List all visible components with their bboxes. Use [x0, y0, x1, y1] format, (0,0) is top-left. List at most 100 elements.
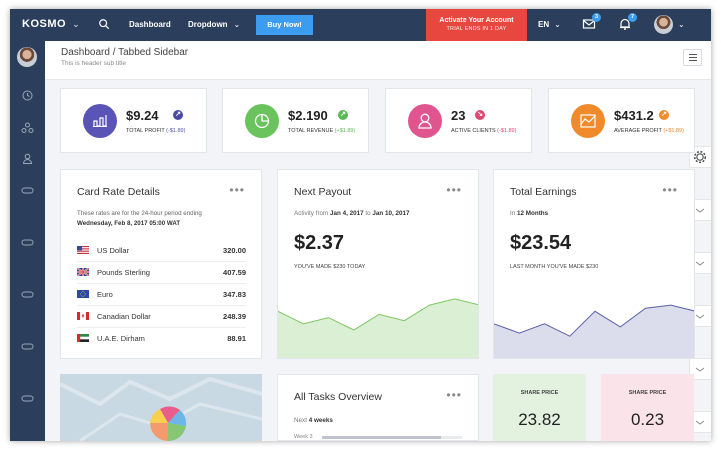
card-menu-button[interactable]: ••• [662, 183, 678, 197]
stat-label: AVERAGE PROFIT (+$1.89) [614, 128, 684, 134]
uk-flag-icon [77, 268, 89, 276]
nav-dropdown-label: Dropdown [188, 20, 228, 29]
stat-value: $9.24 [126, 108, 159, 123]
nav-dashboard[interactable]: Dashboard [129, 20, 171, 29]
currency-rate: 320.00 [223, 246, 246, 255]
stat-label: ACTIVE CLIENTS (-$1.89) [451, 128, 516, 134]
card-rate-details: Card Rate Details ••• These rates are fo… [60, 169, 262, 359]
stat-icon-circle [571, 104, 605, 138]
earnings-sparkline [494, 304, 694, 358]
earnings-amount: $23.54 [510, 232, 572, 254]
notifications-button[interactable]: 7 [618, 13, 637, 31]
ae-flag-icon [77, 334, 89, 342]
card-menu-button[interactable]: ••• [446, 388, 462, 402]
chevron-down-icon: ⌄ [72, 19, 81, 29]
currency-name: Pounds Sterling [97, 268, 150, 277]
notification-count-badge: 7 [628, 13, 637, 22]
rate-intro-text: These rates are for the 24-hour period e… [77, 210, 202, 217]
earnings-period: In 12 Months [510, 210, 548, 217]
stat-delta: (+$1.89) [334, 128, 356, 134]
stat-delta: (-$1.89) [497, 128, 517, 134]
activate-account-button[interactable]: Activate Your Account TRIAL ENDS IN 1 DA… [426, 9, 527, 41]
stat-card-total-revenue: $2.190 ↗ TOTAL REVENUE (+$1.89) [222, 88, 369, 153]
toggle-icon[interactable] [21, 392, 34, 405]
page-title: Dashboard / Tabbed Sidebar [61, 47, 189, 58]
currency-name: Euro [97, 290, 113, 299]
currency-rate: 88.91 [227, 334, 246, 343]
share-price-label: SHARE PRICE [520, 390, 559, 396]
language-selector[interactable]: EN ⌄ [538, 20, 561, 29]
share-price-value: 23.82 [518, 410, 561, 429]
currency-name: US Dollar [97, 246, 130, 255]
period-prefix: In [510, 210, 516, 217]
nav-dropdown[interactable]: Dropdown ⌄ [188, 20, 240, 29]
share-price-label: SHARE PRICE [628, 390, 667, 396]
page-subtitle: This is header sub title [61, 60, 127, 67]
trial-ends-text: TRIAL ENDS IN 1 DAY [446, 26, 507, 32]
buy-now-button[interactable]: Buy Now! [256, 15, 313, 35]
stat-value: $431.2 [614, 108, 654, 123]
stat-card-active-clients: 23 ↘ ACTIVE CLIENTS (-$1.89) [385, 88, 532, 153]
sparkline-area [278, 298, 478, 358]
currency-name: U.A.E. Dirham [97, 334, 145, 343]
card-title: Next Payout [294, 186, 352, 198]
user-icon [418, 113, 432, 129]
rate-row: Pounds Sterling 407.59 [77, 262, 246, 284]
currency-rate: 407.59 [223, 268, 246, 277]
stat-label-text: TOTAL PROFIT [126, 128, 165, 134]
rate-intro: These rates are for the 24-hour period e… [77, 209, 202, 229]
brand-menu[interactable]: KOSMO ⌄ [22, 18, 80, 30]
eu-flag-icon [77, 290, 89, 298]
us-flag-icon [77, 246, 89, 254]
rate-date: Wednesday, Feb 8, 2017 05:00 WAT [77, 220, 181, 227]
area-chart-icon [580, 114, 596, 128]
rate-row: U.A.E. Dirham 88.91 [77, 328, 246, 350]
rate-row: Canadian Dollar 248.39 [77, 306, 246, 328]
period-value: 12 Months [517, 210, 549, 217]
tasks-next-prefix: Next [294, 417, 307, 424]
page-header: Dashboard / Tabbed Sidebar This is heade… [45, 41, 711, 80]
payout-activity: Activity from Jan 4, 2017 to Jan 10, 201… [294, 210, 410, 217]
bar-chart-icon [93, 115, 107, 127]
tasks-overview-card: All Tasks Overview ••• Next 4 weeks Week… [277, 374, 479, 441]
stat-label: TOTAL REVENUE (+$1.89) [288, 128, 355, 134]
card-menu-button[interactable]: ••• [446, 183, 462, 197]
activity-from: Jan 4, 2017 [330, 210, 364, 217]
mail-button[interactable]: 3 [582, 13, 601, 31]
top-navbar: KOSMO ⌄ Dashboard Dropdown ⌄ Buy Now! Acti… [10, 9, 711, 41]
toggle-icon[interactable] [21, 236, 34, 249]
card-title: All Tasks Overview [294, 391, 382, 403]
payout-amount: $2.37 [294, 232, 345, 254]
arrow-icon: ↗ [338, 110, 348, 120]
map-image [60, 374, 262, 441]
stat-delta: (+$1.89) [663, 128, 684, 134]
user-avatar[interactable] [654, 15, 673, 34]
week-progress-bar [322, 436, 462, 439]
card-menu-button[interactable]: ••• [229, 183, 245, 197]
activity-to-word: to [365, 210, 371, 217]
app-window: KOSMO ⌄ Dashboard Dropdown ⌄ Buy Now! Acti… [10, 9, 711, 441]
user-icon[interactable] [21, 152, 34, 165]
map-card[interactable] [60, 374, 262, 441]
rate-row: US Dollar 320.00 [77, 240, 246, 262]
total-earnings-card: Total Earnings ••• In 12 Months $23.54 L… [493, 169, 695, 359]
card-title: Total Earnings [510, 186, 577, 198]
ca-flag-icon [77, 312, 89, 320]
chevron-down-icon[interactable]: ⌄ [678, 20, 685, 29]
tasks-next-value: 4 weeks [308, 417, 333, 424]
search-icon[interactable] [98, 17, 110, 31]
sidebar-avatar[interactable] [17, 47, 37, 67]
toggle-icon[interactable] [21, 288, 34, 301]
share-price-card: SHARE PRICE 0.23 [601, 374, 694, 441]
hamburger-menu-button[interactable] [683, 49, 702, 66]
network-icon[interactable] [21, 121, 34, 134]
week-progress-fill [322, 436, 441, 439]
arrow-icon: ↗ [173, 110, 183, 120]
toggle-icon[interactable] [21, 184, 34, 197]
stat-value: $2.190 [288, 108, 328, 123]
clock-icon[interactable] [21, 89, 34, 102]
activity-prefix: Activity from [294, 210, 329, 217]
currency-name: Canadian Dollar [97, 312, 151, 321]
toggle-icon[interactable] [21, 340, 34, 353]
share-price-value: 0.23 [630, 410, 665, 429]
